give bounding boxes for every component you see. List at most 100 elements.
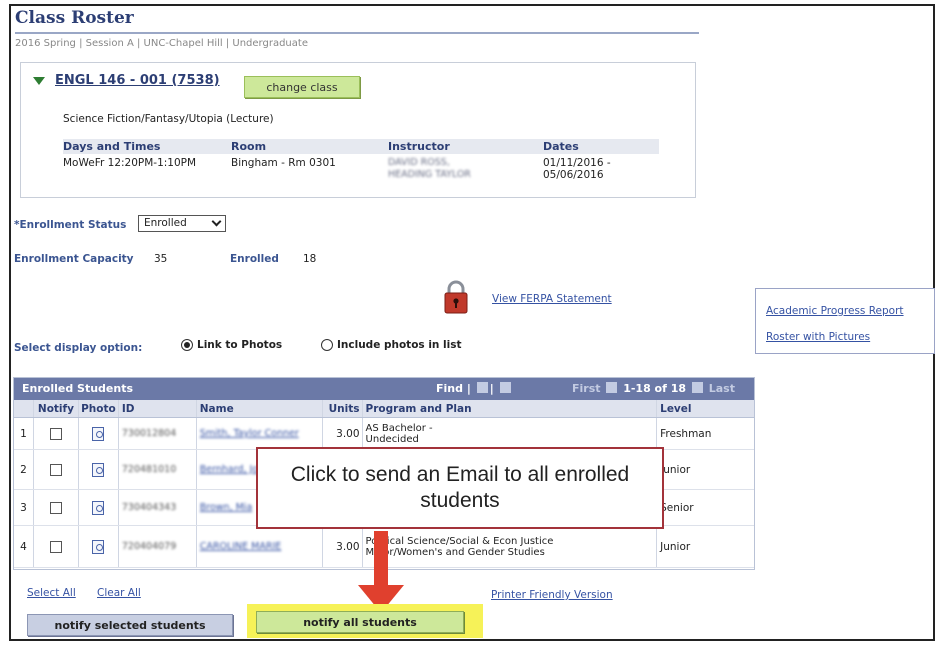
col-notify[interactable]: Notify bbox=[34, 400, 79, 417]
id-cell: 730404343 bbox=[119, 490, 197, 525]
grid-column-headers: Notify Photo ID Name Units Program and P… bbox=[14, 400, 754, 418]
name-cell: CAROLINE MARIE bbox=[197, 526, 323, 567]
program-line-1: Political Science/Social & Econ Justice bbox=[365, 535, 554, 547]
row-index: 4 bbox=[14, 526, 34, 567]
id-cell: 720481010 bbox=[119, 450, 197, 489]
instructor-value: DAVID ROSS, HEADING TAYLOR bbox=[388, 157, 543, 181]
class-link[interactable]: ENGL 146 - 001 (7538) bbox=[55, 73, 220, 88]
change-class-button[interactable]: change class bbox=[244, 76, 360, 98]
instructor-line-1: DAVID ROSS, bbox=[388, 157, 450, 168]
chevron-down-icon bbox=[211, 216, 222, 227]
level-cell: Junior bbox=[660, 540, 691, 553]
academic-progress-link[interactable]: Academic Progress Report bbox=[766, 305, 904, 317]
prev-page-icon[interactable] bbox=[606, 382, 618, 393]
header-days-times: Days and Times bbox=[63, 140, 161, 153]
view-all-icon[interactable] bbox=[476, 382, 488, 393]
col-photo[interactable]: Photo bbox=[79, 400, 119, 417]
student-name-link[interactable]: Smith, Taylor Conner bbox=[200, 428, 299, 439]
instructor-line-2: HEADING TAYLOR bbox=[388, 169, 471, 180]
radio-link-to-photos-label: Link to Photos bbox=[197, 339, 283, 351]
days-times-value: MoWeFr 12:20PM-1:10PM bbox=[63, 157, 197, 169]
meeting-table-header: Days and Times Room Instructor Dates bbox=[63, 139, 659, 154]
select-all-link[interactable]: Select All bbox=[27, 587, 76, 599]
page-title: Class Roster bbox=[15, 8, 134, 28]
photo-cell bbox=[79, 450, 119, 489]
room-value: Bingham - Rm 0301 bbox=[231, 157, 336, 169]
program-line-2: Undecided bbox=[365, 433, 419, 445]
col-index bbox=[14, 400, 34, 417]
photo-icon[interactable] bbox=[92, 500, 105, 515]
enrollment-capacity-label: Enrollment Capacity bbox=[14, 253, 134, 265]
student-id: 730012804 bbox=[121, 428, 177, 439]
dates-line-2: 05/06/2016 bbox=[543, 169, 604, 181]
header-dates: Dates bbox=[543, 140, 579, 153]
col-name[interactable]: Name bbox=[197, 400, 323, 417]
callout-arrow-shaft bbox=[374, 531, 388, 587]
level-cell: Senior bbox=[660, 501, 694, 514]
nav-last[interactable]: Last bbox=[709, 382, 735, 395]
meeting-row: MoWeFr 12:20PM-1:10PM Bingham - Rm 0301 … bbox=[63, 154, 659, 181]
enrollment-status-value: Enrolled bbox=[144, 217, 187, 229]
col-program[interactable]: Program and Plan bbox=[363, 400, 658, 417]
notify-checkbox[interactable] bbox=[49, 501, 62, 514]
student-name-link[interactable]: Brown, Mia bbox=[200, 502, 253, 513]
enrolled-label: Enrolled bbox=[230, 253, 279, 265]
nav-range: 1-18 of 18 bbox=[623, 382, 687, 395]
photo-cell bbox=[79, 526, 119, 567]
notify-checkbox[interactable] bbox=[49, 427, 62, 440]
student-id: 720404079 bbox=[121, 541, 177, 552]
roster-with-pictures-link[interactable]: Roster with Pictures bbox=[766, 331, 870, 343]
download-icon[interactable] bbox=[499, 382, 511, 393]
lock-icon bbox=[444, 280, 468, 314]
notify-cell bbox=[34, 490, 79, 525]
course-description: Science Fiction/Fantasy/Utopia (Lecture) bbox=[63, 113, 274, 125]
units-cell: 3.00 bbox=[323, 418, 363, 449]
printer-friendly-link[interactable]: Printer Friendly Version bbox=[491, 589, 613, 601]
photo-icon[interactable] bbox=[92, 539, 105, 554]
program-cell: Political Science/Social & Econ Justice … bbox=[363, 526, 658, 567]
dates-line-1: 01/11/2016 - bbox=[543, 157, 611, 169]
notify-checkbox[interactable] bbox=[49, 463, 62, 476]
col-id[interactable]: ID bbox=[119, 400, 197, 417]
nav-first[interactable]: First bbox=[572, 382, 601, 395]
clear-all-link[interactable]: Clear All bbox=[97, 587, 141, 599]
meeting-table: Days and Times Room Instructor Dates MoW… bbox=[63, 139, 659, 181]
grid-header: Enrolled Students Find | | First 1-18 of… bbox=[14, 378, 754, 400]
title-divider bbox=[15, 32, 699, 34]
find-link[interactable]: Find | bbox=[436, 382, 471, 395]
enrolled-value: 18 bbox=[303, 253, 317, 265]
photo-cell bbox=[79, 418, 119, 449]
photo-icon[interactable] bbox=[92, 462, 105, 477]
col-units[interactable]: Units bbox=[323, 400, 363, 417]
notify-checkbox[interactable] bbox=[49, 540, 62, 553]
notify-cell bbox=[34, 418, 79, 449]
student-name-link[interactable]: CAROLINE MARIE bbox=[200, 541, 282, 552]
dates-value: 01/11/2016 - 05/06/2016 bbox=[543, 157, 659, 181]
side-links-box: Academic Progress Report Roster with Pic… bbox=[755, 288, 935, 354]
collapse-triangle-icon[interactable] bbox=[33, 77, 45, 85]
view-ferpa-link[interactable]: View FERPA Statement bbox=[492, 293, 612, 305]
row-index: 2 bbox=[14, 450, 34, 489]
notify-cell bbox=[34, 526, 79, 567]
photo-cell bbox=[79, 490, 119, 525]
radio-include-photos-label: Include photos in list bbox=[337, 339, 462, 351]
row-index: 3 bbox=[14, 490, 34, 525]
radio-include-photos[interactable] bbox=[321, 339, 333, 351]
grid-title: Enrolled Students bbox=[22, 382, 134, 395]
class-info-box: ENGL 146 - 001 (7538) change class Scien… bbox=[20, 62, 696, 198]
enrollment-status-label: *Enrollment Status bbox=[14, 219, 127, 231]
radio-link-to-photos[interactable] bbox=[181, 339, 193, 351]
id-cell: 720404079 bbox=[119, 526, 197, 567]
notify-all-button[interactable]: notify all students bbox=[256, 611, 464, 633]
student-id: 730404343 bbox=[121, 502, 177, 513]
display-option-label: Select display option: bbox=[14, 342, 143, 354]
program-cell: AS Bachelor - Undecided bbox=[363, 418, 658, 449]
notify-selected-button[interactable]: notify selected students bbox=[27, 614, 233, 636]
photo-icon[interactable] bbox=[92, 426, 105, 441]
program-line-2: Minor/Women's and Gender Studies bbox=[365, 546, 545, 558]
col-level[interactable]: Level bbox=[657, 400, 754, 417]
header-instructor: Instructor bbox=[388, 140, 450, 153]
next-page-icon[interactable] bbox=[691, 382, 703, 393]
enrollment-status-select[interactable]: Enrolled bbox=[138, 215, 226, 232]
id-cell: 730012804 bbox=[119, 418, 197, 449]
